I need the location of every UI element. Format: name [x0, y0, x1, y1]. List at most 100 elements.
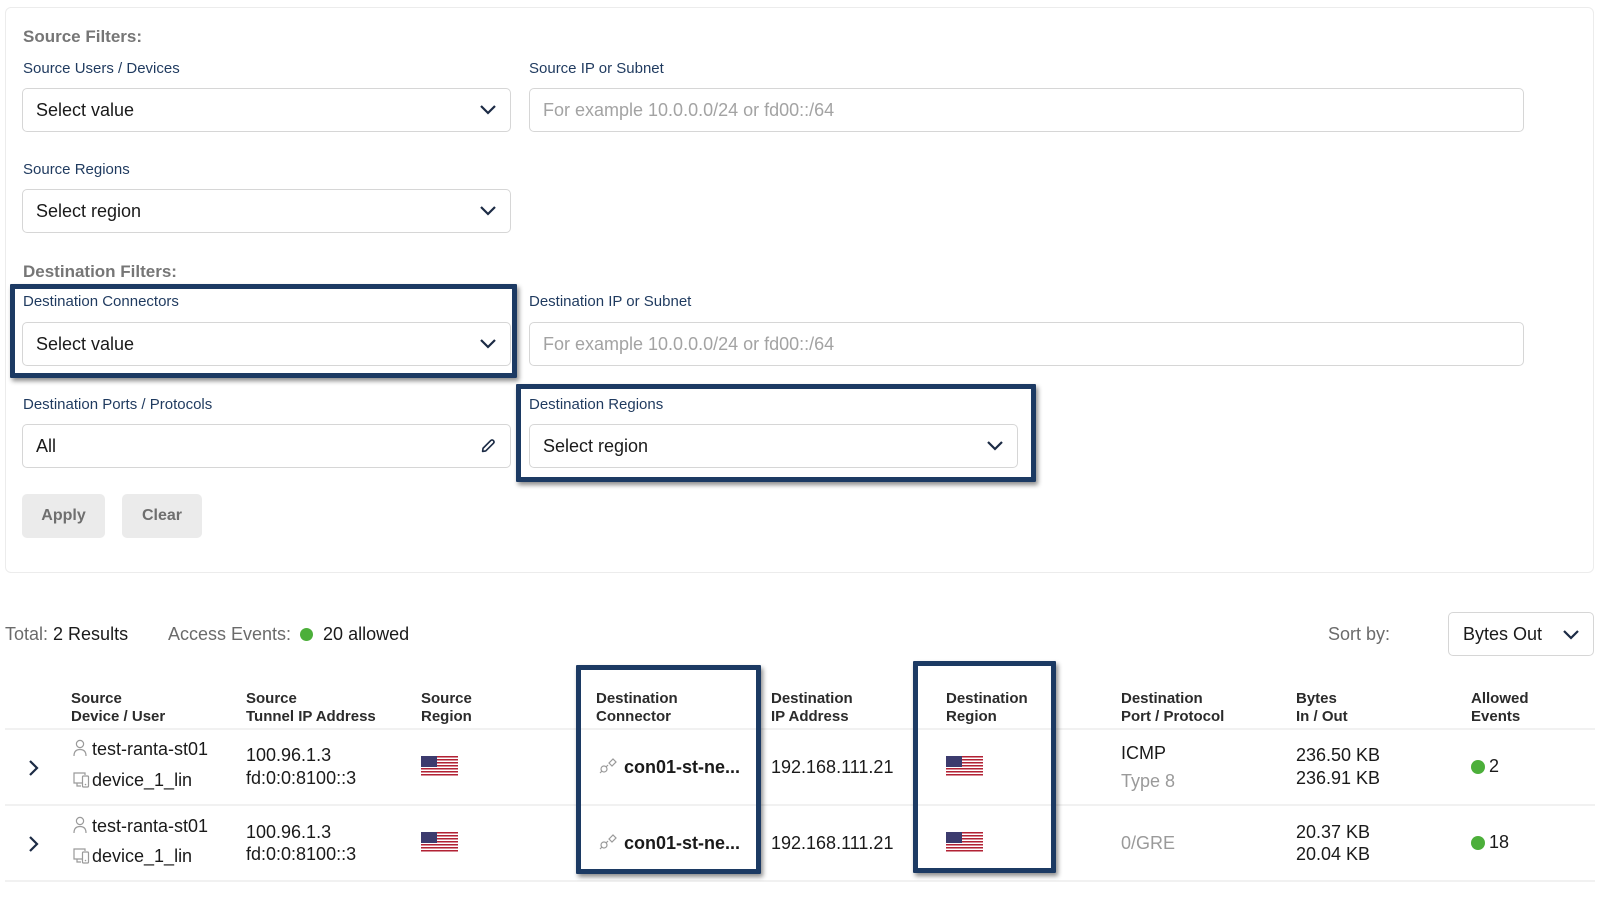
source-filters-title: Source Filters:: [23, 27, 143, 46]
user-icon: [72, 816, 88, 839]
total-results: Total: 2 Results: [5, 624, 128, 645]
destination-connector[interactable]: con01-st-ne...: [598, 832, 740, 856]
apply-button[interactable]: Apply: [22, 494, 105, 538]
header-source-tunnel-ip[interactable]: Source Tunnel IP Address: [246, 690, 376, 726]
header-destination-port-protocol[interactable]: Destination Port / Protocol: [1121, 690, 1224, 726]
destination-connector[interactable]: con01-st-ne...: [598, 756, 740, 780]
connector-name: con01-st-ne...: [624, 757, 741, 777]
device-icon: [72, 846, 90, 869]
header-line: Device / User: [71, 708, 166, 725]
destination-ports-field[interactable]: All: [22, 424, 511, 468]
allowed-status-dot-icon: [1471, 835, 1485, 850]
chevron-down-icon: [479, 202, 497, 220]
source-regions-select[interactable]: Select region: [22, 189, 511, 233]
total-value: 2 Results: [53, 624, 129, 644]
source-ip-label: Source IP or Subnet: [529, 60, 664, 77]
allowed-events-count: 2: [1489, 756, 1500, 776]
tunnel-ipv6: fd:0:0:8100::3: [246, 844, 357, 864]
source-ip-placeholder: For example 10.0.0.0/24 or fd00::/64: [543, 99, 835, 120]
source-ip-input[interactable]: For example 10.0.0.0/24 or fd00::/64: [529, 88, 1524, 132]
header-source-region[interactable]: Source Region: [421, 690, 472, 726]
destination-filters-title: Destination Filters:: [23, 262, 177, 281]
destination-connectors-select[interactable]: Select value: [22, 322, 511, 366]
source-device-name: device_1_lin: [92, 846, 193, 866]
tunnel-ipv4: 100.96.1.3: [246, 745, 332, 765]
allowed-events: 18: [1471, 832, 1509, 853]
connector-plug-icon: [598, 833, 618, 856]
header-destination-region[interactable]: Destination Region: [946, 690, 1028, 726]
source-user-name: test-ranta-st01: [92, 816, 209, 836]
destination-connectors-value: Select value: [36, 333, 135, 354]
bytes-in: 236.50 KB: [1296, 745, 1381, 765]
source-device: device_1_lin: [72, 769, 192, 793]
us-flag-icon: [946, 832, 983, 853]
access-events-value: 20 allowed: [323, 624, 410, 644]
chevron-down-icon: [986, 437, 1004, 455]
bytes-out: 20.04 KB: [1296, 844, 1371, 864]
protocol: ICMP: [1121, 743, 1166, 763]
bytes-out: 236.91 KB: [1296, 768, 1381, 788]
total-label: Total:: [5, 624, 49, 644]
destination-ip-input[interactable]: For example 10.0.0.0/24 or fd00::/64: [529, 322, 1524, 366]
header-source-device-user[interactable]: Source Device / User: [71, 690, 165, 726]
access-events-summary: Access Events: 20 allowed: [168, 624, 409, 645]
destination-ip: 192.168.111.21: [771, 757, 894, 777]
pencil-icon[interactable]: [479, 437, 497, 455]
source-device-name: device_1_lin: [92, 770, 193, 790]
header-line: Allowed: [1471, 690, 1529, 707]
header-line: Destination: [946, 690, 1028, 707]
destination-ports-label: Destination Ports / Protocols: [23, 396, 213, 413]
chevron-down-icon: [479, 101, 497, 119]
protocol: 0/GRE: [1121, 833, 1176, 853]
divider: [5, 880, 1595, 882]
source-users-label: Source Users / Devices: [23, 60, 180, 77]
source-user-name: test-ranta-st01: [92, 739, 209, 759]
destination-connectors-label: Destination Connectors: [23, 293, 179, 310]
destination-ip: 192.168.111.21: [771, 833, 894, 853]
allowed-status-dot-icon: [1471, 759, 1485, 774]
header-line: Region: [421, 708, 472, 725]
allowed-events-count: 18: [1489, 832, 1510, 852]
header-line: Source: [246, 690, 297, 707]
us-flag-icon: [421, 756, 458, 777]
chevron-down-icon: [1563, 624, 1579, 645]
header-line: Destination: [596, 690, 678, 707]
header-line: In / Out: [1296, 708, 1348, 725]
protocol-detail: Type 8: [1121, 771, 1176, 791]
source-user: test-ranta-st01: [72, 815, 208, 839]
header-line: Destination: [771, 690, 853, 707]
source-user: test-ranta-st01: [72, 738, 208, 762]
header-line: Tunnel IP Address: [246, 708, 376, 725]
destination-regions-select[interactable]: Select region: [529, 424, 1018, 468]
header-line: Region: [946, 708, 997, 725]
device-icon: [72, 770, 90, 793]
divider: [5, 804, 1595, 806]
header-destination-connector[interactable]: Destination Connector: [596, 690, 678, 726]
header-line: Destination: [1121, 690, 1203, 707]
sort-select[interactable]: Bytes Out: [1448, 612, 1594, 656]
clear-button[interactable]: Clear: [122, 494, 202, 538]
connector-plug-icon: [598, 757, 618, 780]
destination-ports-value: All: [36, 435, 57, 456]
header-line: Bytes: [1296, 690, 1337, 707]
destination-ip-placeholder: For example 10.0.0.0/24 or fd00::/64: [543, 333, 835, 354]
expand-row-chevron-icon[interactable]: [28, 833, 44, 855]
expand-row-chevron-icon[interactable]: [28, 757, 44, 779]
destination-regions-label: Destination Regions: [529, 396, 664, 413]
bytes-in: 20.37 KB: [1296, 822, 1371, 842]
source-regions-label: Source Regions: [23, 161, 130, 178]
us-flag-icon: [421, 832, 458, 853]
user-icon: [72, 739, 88, 762]
header-bytes-in-out[interactable]: Bytes In / Out: [1296, 690, 1348, 726]
source-users-value: Select value: [36, 99, 135, 120]
access-events-label: Access Events:: [168, 624, 292, 644]
header-destination-ip[interactable]: Destination IP Address: [771, 690, 853, 726]
source-users-select[interactable]: Select value: [22, 88, 511, 132]
header-line: Port / Protocol: [1121, 708, 1225, 725]
header-allowed-events[interactable]: Allowed Events: [1471, 690, 1529, 726]
divider: [5, 728, 1595, 730]
header-line: IP Address: [771, 708, 849, 725]
header-line: Source: [71, 690, 122, 707]
tunnel-ipv6: fd:0:0:8100::3: [246, 768, 357, 788]
header-line: Connector: [596, 708, 671, 725]
